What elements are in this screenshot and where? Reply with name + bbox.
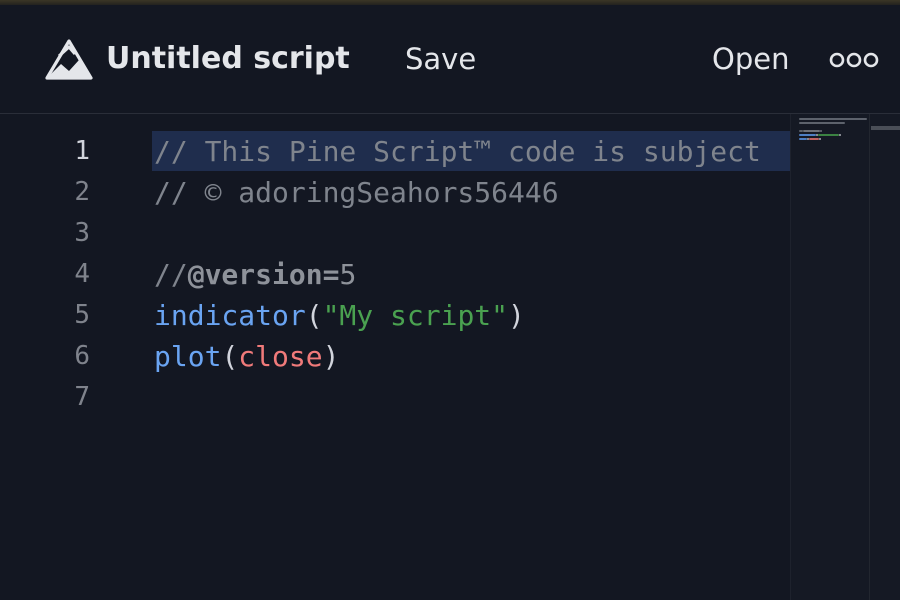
code-line[interactable]: 1 // This Pine Script™ code is subject bbox=[0, 131, 790, 172]
code-line[interactable]: 2 // © adoringSeahors56446 bbox=[0, 172, 790, 213]
minimap-line bbox=[803, 130, 820, 132]
editor-toolbar: Untitled script Save Open bbox=[0, 5, 900, 114]
code-token: @version= bbox=[187, 258, 340, 291]
code-line[interactable]: 7 bbox=[0, 377, 790, 418]
pine-logo-icon bbox=[44, 38, 94, 82]
minimap-line bbox=[839, 134, 841, 136]
editor-minimap[interactable] bbox=[790, 114, 900, 600]
minimap-line bbox=[820, 130, 822, 132]
code-token: ) bbox=[322, 340, 340, 373]
minimap-line bbox=[809, 138, 819, 140]
code-token: // bbox=[154, 258, 188, 291]
code-token: ( bbox=[221, 340, 239, 373]
line-number: 3 bbox=[74, 218, 90, 248]
open-button[interactable]: Open bbox=[712, 39, 789, 79]
code-line[interactable]: 6 plot(close) bbox=[0, 336, 790, 377]
minimap-divider bbox=[869, 114, 870, 600]
code-line[interactable]: 3 bbox=[0, 213, 790, 254]
minimap-line bbox=[819, 138, 821, 140]
code-token: // This Pine Script™ code is subject bbox=[154, 135, 761, 168]
line-number: 7 bbox=[74, 382, 90, 412]
minimap-line bbox=[799, 138, 807, 140]
code-editor[interactable]: 1 // This Pine Script™ code is subject 2 //… bbox=[0, 114, 790, 600]
code-text[interactable]: //@version=5 bbox=[154, 254, 356, 295]
code-token: 5 bbox=[339, 258, 357, 291]
more-dots-icon[interactable] bbox=[828, 49, 880, 71]
code-token: close bbox=[238, 340, 323, 373]
code-text[interactable]: // This Pine Script™ code is subject bbox=[154, 131, 761, 172]
line-number: 1 bbox=[74, 136, 90, 166]
code-token: "My script" bbox=[322, 299, 509, 332]
save-button[interactable]: Save bbox=[405, 39, 476, 79]
code-line[interactable]: 5 indicator("My script") bbox=[0, 295, 790, 336]
line-number: 2 bbox=[74, 177, 90, 207]
script-title[interactable]: Untitled script bbox=[106, 39, 350, 79]
code-token: ( bbox=[305, 299, 323, 332]
code-token: // © adoringSeahors56446 bbox=[154, 176, 559, 209]
minimap-line bbox=[799, 118, 867, 120]
line-number: 5 bbox=[74, 300, 90, 330]
code-text[interactable]: indicator("My script") bbox=[154, 295, 525, 336]
minimap-line bbox=[799, 134, 816, 136]
code-text[interactable]: // © adoringSeahors56446 bbox=[154, 172, 559, 213]
line-number: 4 bbox=[74, 259, 90, 289]
code-token: ) bbox=[508, 299, 525, 332]
editor-scrollbar-thumb[interactable] bbox=[871, 126, 900, 130]
code-token: indicator bbox=[154, 299, 306, 332]
code-text[interactable]: plot(close) bbox=[154, 336, 339, 377]
code-line[interactable]: 4 //@version=5 bbox=[0, 254, 790, 295]
line-number: 6 bbox=[74, 341, 90, 371]
minimap-line bbox=[818, 134, 839, 136]
code-token: plot bbox=[154, 340, 222, 373]
minimap-line bbox=[799, 122, 845, 124]
